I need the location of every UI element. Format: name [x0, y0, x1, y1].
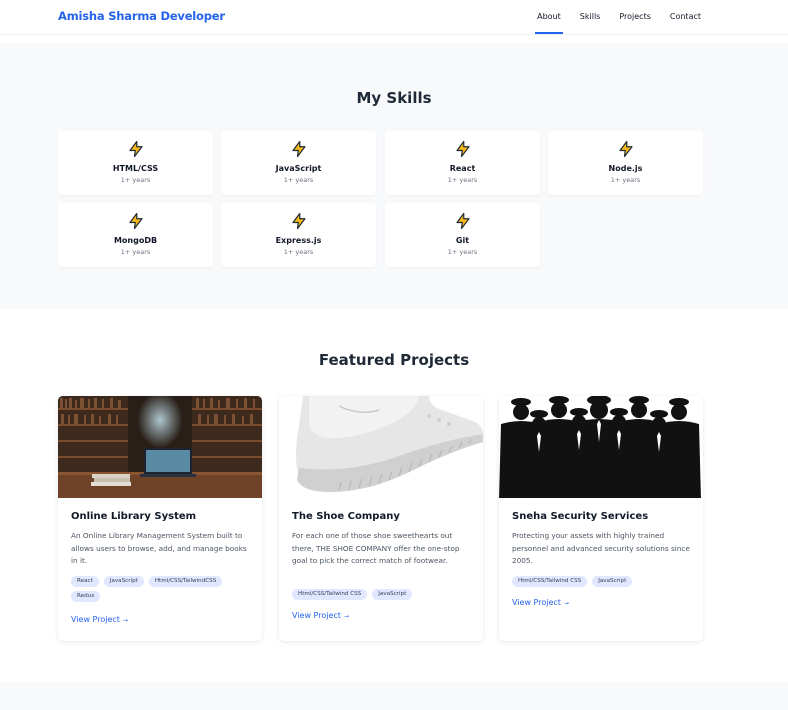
project-card: Sneha Security Services Protecting your … — [499, 396, 703, 641]
brand-logo-text[interactable]: Amisha Sharma Developer — [58, 9, 225, 23]
security-guards-silhouette-image — [499, 396, 703, 498]
project-title: The Shoe Company — [292, 511, 400, 522]
nav-about-label: About — [537, 12, 561, 21]
skill-experience: 1+ years — [447, 176, 478, 184]
main-nav: About Skills Projects Contact — [535, 12, 701, 34]
arrow-right-icon: → — [122, 617, 128, 624]
skill-card: React 1+ years — [385, 131, 540, 195]
project-card: The Shoe Company For each one of those s… — [279, 396, 483, 641]
lightning-bolt-icon — [385, 140, 540, 158]
nav-about[interactable]: About — [535, 12, 563, 34]
skill-card: Node.js 1+ years — [548, 131, 703, 195]
skills-heading: My Skills — [356, 89, 432, 107]
skill-name: Express.js — [275, 236, 322, 245]
tech-tag: JavaScript — [103, 576, 144, 587]
library-bookshelves-image — [58, 396, 262, 498]
tech-tag: JavaScript — [372, 589, 413, 600]
project-title: Online Library System — [71, 511, 197, 522]
project-description: For each one of those shoe sweethearts o… — [292, 531, 460, 565]
project-card: Online Library System An Online Library … — [58, 396, 262, 641]
skill-name: HTML/CSS — [112, 164, 159, 173]
project-tags: Html/CSS/Tailwind CSS JavaScript — [292, 589, 477, 600]
lightning-bolt-icon — [221, 140, 376, 158]
nav-projects[interactable]: Projects — [619, 12, 651, 21]
view-project-label: View Project — [71, 615, 120, 624]
arrow-right-icon: → — [563, 600, 569, 607]
skill-experience: 1+ years — [283, 248, 314, 256]
skill-card: HTML/CSS 1+ years — [58, 131, 213, 195]
skill-name: MongoDB — [113, 236, 158, 245]
skill-experience: 1+ years — [447, 248, 478, 256]
project-tags: Html/CSS/Tailwind CSS JavaScript — [512, 576, 697, 587]
tech-tag: Html/CSS/Tailwind CSS — [512, 576, 588, 587]
project-title: Sneha Security Services — [512, 511, 649, 522]
skill-card: MongoDB 1+ years — [58, 203, 213, 267]
view-project-link[interactable]: View Project → — [292, 611, 349, 620]
skill-experience: 1+ years — [610, 176, 641, 184]
project-description: An Online Library Management System buil… — [71, 531, 247, 565]
lightning-bolt-icon — [58, 212, 213, 230]
tech-tag: JavaScript — [592, 576, 633, 587]
view-project-label: View Project — [512, 598, 561, 607]
site-header: Amisha Sharma Developer About Skills Pro… — [0, 0, 788, 35]
project-tags: React JavaScript Html/CSS/TailwindCSS Re… — [71, 576, 256, 602]
view-project-link[interactable]: View Project → — [71, 615, 128, 624]
tech-tag: Redux — [71, 591, 101, 602]
view-project-label: View Project — [292, 611, 341, 620]
lightning-bolt-icon — [385, 212, 540, 230]
projects-heading: Featured Projects — [318, 351, 470, 369]
skill-name: JavaScript — [275, 164, 322, 173]
next-section-band — [0, 682, 788, 710]
arrow-right-icon: → — [343, 613, 349, 620]
skill-name: Node.js — [608, 164, 643, 173]
skill-name: React — [449, 164, 476, 173]
nav-contact[interactable]: Contact — [670, 12, 701, 21]
lightning-bolt-icon — [58, 140, 213, 158]
lightning-bolt-icon — [221, 212, 376, 230]
lightning-bolt-icon — [548, 140, 703, 158]
tech-tag: React — [71, 576, 99, 587]
skill-experience: 1+ years — [283, 176, 314, 184]
tech-tag: Html/CSS/TailwindCSS — [148, 576, 223, 587]
nav-skills[interactable]: Skills — [580, 12, 601, 21]
view-project-link[interactable]: View Project → — [512, 598, 569, 607]
white-sneaker-image — [279, 396, 483, 498]
skill-experience: 1+ years — [120, 176, 151, 184]
tech-tag: Html/CSS/Tailwind CSS — [292, 589, 368, 600]
skill-name: Git — [455, 236, 470, 245]
skill-card: Express.js 1+ years — [221, 203, 376, 267]
skill-experience: 1+ years — [120, 248, 151, 256]
project-description: Protecting your assets with highly train… — [512, 531, 690, 565]
nav-active-indicator — [535, 32, 563, 34]
skill-card: JavaScript 1+ years — [221, 131, 376, 195]
skill-card: Git 1+ years — [385, 203, 540, 267]
